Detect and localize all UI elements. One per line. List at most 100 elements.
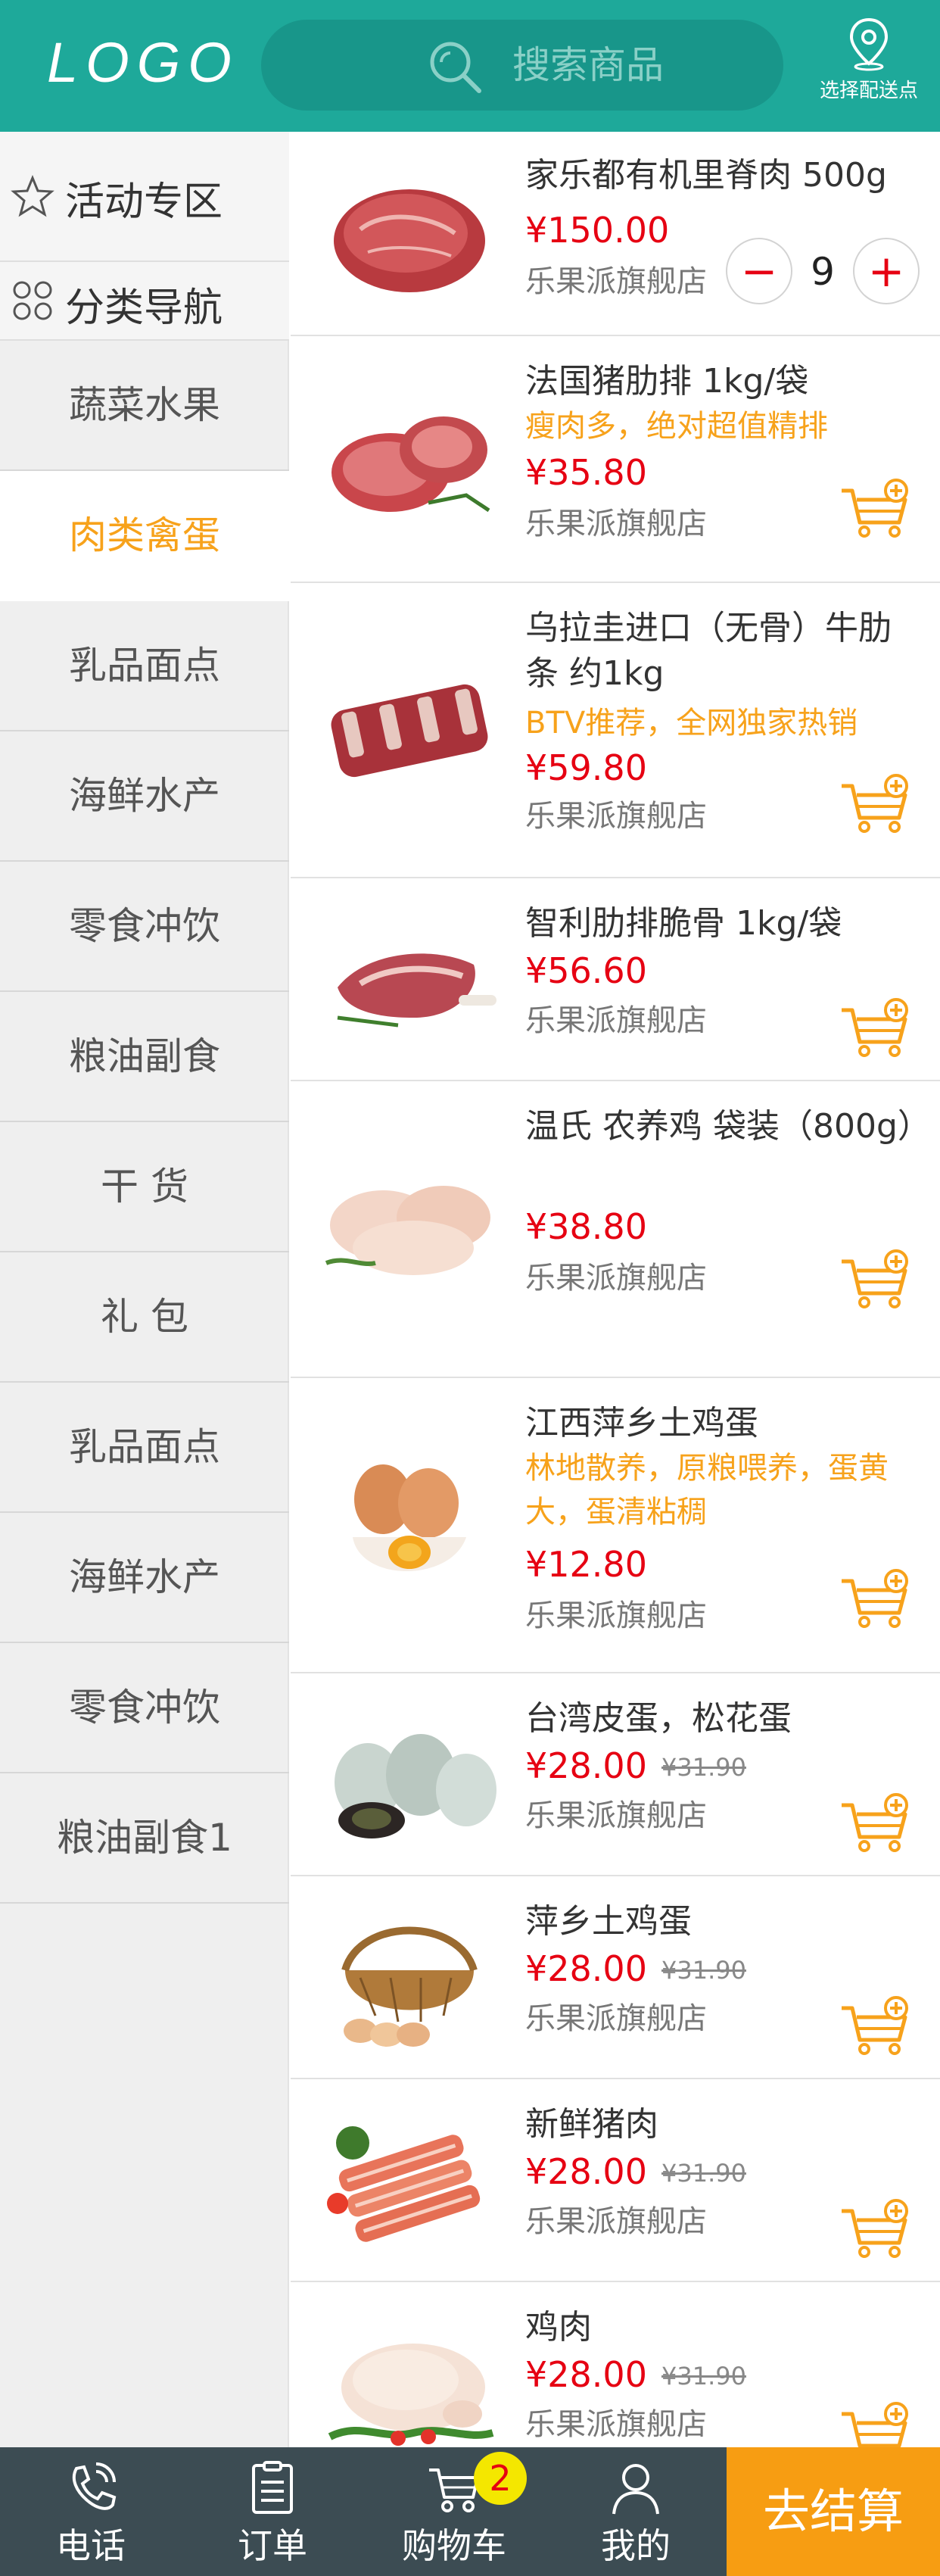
nav-phone-label: 电话 <box>56 2525 126 2566</box>
product-image[interactable] <box>315 157 504 309</box>
add-to-cart-button[interactable] <box>840 477 913 539</box>
nav-phone[interactable]: 电话 <box>0 2447 182 2576</box>
add-to-cart-button[interactable] <box>840 1248 913 1310</box>
product-price: ¥38.80 <box>525 1206 647 1247</box>
activity-zone-button[interactable]: 活动专区 <box>0 132 289 262</box>
category-nav-label: 分类导航 <box>65 285 223 331</box>
product-image[interactable] <box>315 2105 504 2256</box>
product-image[interactable] <box>315 382 504 533</box>
sidebar-category-item[interactable]: 粮油副食1 <box>0 1773 289 1904</box>
product-original-price: ¥31.90 <box>661 1753 746 1782</box>
product-item[interactable]: 台湾皮蛋，松花蛋 ¥28.00 ¥31.90 乐果派旗舰店 <box>291 1673 940 1876</box>
add-to-cart-icon <box>840 1569 913 1633</box>
product-name[interactable]: 温氏 农养鸡 袋装（800g） <box>525 1104 931 1149</box>
nav-profile[interactable]: 我的 <box>545 2447 727 2576</box>
product-name[interactable]: 家乐都有机里脊肉 500g <box>525 153 919 198</box>
sidebar-category-item[interactable]: 肉类禽蛋 <box>0 471 289 601</box>
product-image[interactable] <box>315 2308 504 2459</box>
decrease-quantity-button[interactable]: − <box>726 238 792 304</box>
product-price: ¥28.00 <box>525 1948 647 1989</box>
add-to-cart-button[interactable] <box>840 2197 913 2259</box>
product-image[interactable] <box>315 1446 504 1598</box>
sidebar-category-item[interactable]: 海鲜水产 <box>0 731 289 862</box>
product-name[interactable]: 萍乡土鸡蛋 <box>525 1899 919 1944</box>
product-image[interactable] <box>315 651 504 803</box>
plus-icon: + <box>867 245 905 297</box>
user-icon <box>612 2464 659 2515</box>
product-price: ¥56.60 <box>525 950 647 991</box>
product-item[interactable]: 温氏 农养鸡 袋装（800g） ¥38.80 乐果派旗舰店 <box>291 1081 940 1378</box>
sidebar-category-item[interactable]: 干 货 <box>0 1122 289 1252</box>
shop-name[interactable]: 乐果派旗舰店 <box>525 1996 707 2041</box>
shop-name[interactable]: 乐果派旗舰店 <box>525 1793 707 1838</box>
product-name[interactable]: 江西萍乡土鸡蛋 <box>525 1401 919 1446</box>
product-name[interactable]: 智利肋排脆骨 1kg/袋 <box>525 901 919 947</box>
product-name[interactable]: 台湾皮蛋，松花蛋 <box>525 1696 919 1742</box>
cart-count-badge: 2 <box>474 2452 527 2505</box>
product-image[interactable] <box>315 904 504 1056</box>
shop-name[interactable]: 乐果派旗舰店 <box>525 501 707 547</box>
search-icon <box>430 42 481 93</box>
add-to-cart-button[interactable] <box>840 1792 913 1854</box>
product-price: ¥12.80 <box>525 1544 647 1585</box>
product-item[interactable]: 新鲜猪肉 ¥28.00 ¥31.90 乐果派旗舰店 <box>291 2079 940 2282</box>
star-icon <box>11 175 54 217</box>
product-item[interactable]: 智利肋排脆骨 1kg/袋 ¥56.60 乐果派旗舰店 <box>291 878 940 1081</box>
minus-icon: − <box>740 245 778 297</box>
delivery-label: 选择配送点 <box>819 80 918 102</box>
nav-orders[interactable]: 订单 <box>182 2447 363 2576</box>
increase-quantity-button[interactable]: + <box>853 238 920 304</box>
sidebar-category-item[interactable]: 乳品面点 <box>0 601 289 731</box>
product-original-price: ¥31.90 <box>661 1956 746 1985</box>
product-promo: BTV推荐，全网独家热销 <box>525 706 858 741</box>
sidebar-category-item[interactable]: 零食冲饮 <box>0 862 289 992</box>
shop-name[interactable]: 乐果派旗舰店 <box>525 1593 707 1639</box>
product-promo: 林地散养，原粮喂养，蛋黄大，蛋清粘稠 <box>525 1451 889 1530</box>
sidebar-category-item[interactable]: 海鲜水产 <box>0 1513 289 1643</box>
product-name[interactable]: 法国猪肋排 1kg/袋 <box>525 359 919 404</box>
sidebar-category-item[interactable]: 粮油副食 <box>0 992 289 1122</box>
add-to-cart-icon <box>840 774 913 837</box>
logo[interactable]: LOGO <box>47 29 232 97</box>
product-item[interactable]: 法国猪肋排 1kg/袋 瘦肉多，绝对超值精排 ¥35.80 乐果派旗舰店 <box>291 336 940 583</box>
product-name[interactable]: 乌拉圭进口（无骨）牛肋条 约1kg <box>525 606 919 697</box>
phone-icon <box>72 2462 117 2510</box>
add-to-cart-button[interactable] <box>840 996 913 1059</box>
product-price: ¥35.80 <box>525 452 647 493</box>
activity-zone-label: 活动专区 <box>65 179 223 225</box>
product-image[interactable] <box>315 1699 504 1851</box>
shop-name[interactable]: 乐果派旗舰店 <box>525 1255 707 1301</box>
select-delivery-point-button[interactable]: 选择配送点 <box>802 17 935 115</box>
quantity-value[interactable]: 9 <box>792 238 853 306</box>
product-image[interactable] <box>315 1902 504 2054</box>
sidebar-category-item[interactable]: 礼 包 <box>0 1252 289 1383</box>
product-price: ¥59.80 <box>525 747 647 788</box>
product-name[interactable]: 新鲜猪肉 <box>525 2102 919 2147</box>
header: LOGO 搜索商品 选择配送点 <box>0 0 940 132</box>
shop-name[interactable]: 乐果派旗舰店 <box>525 998 707 1043</box>
product-price: ¥28.00 <box>525 2354 647 2395</box>
shop-name[interactable]: 乐果派旗舰店 <box>525 2199 707 2244</box>
product-image[interactable] <box>315 1142 504 1293</box>
add-to-cart-button[interactable] <box>840 1994 913 2057</box>
product-item[interactable]: 乌拉圭进口（无骨）牛肋条 约1kg BTV推荐，全网独家热销 ¥59.80 乐果派旗舰… <box>291 583 940 878</box>
product-item[interactable]: 家乐都有机里脊肉 500g ¥150.00 乐果派旗舰店 −9 + <box>291 132 940 336</box>
product-item[interactable]: 江西萍乡土鸡蛋林地散养，原粮喂养，蛋黄大，蛋清粘稠 ¥12.80 乐果派旗舰店 <box>291 1378 940 1673</box>
shop-name[interactable]: 乐果派旗舰店 <box>525 2402 707 2447</box>
add-to-cart-button[interactable] <box>840 772 913 834</box>
checkout-button[interactable]: 去结算 <box>727 2447 940 2576</box>
product-name[interactable]: 鸡肉 <box>525 2305 919 2350</box>
search-placeholder: 搜索商品 <box>512 43 664 87</box>
grid-icon <box>13 281 52 320</box>
product-item[interactable]: 萍乡土鸡蛋 ¥28.00 ¥31.90 乐果派旗舰店 <box>291 1876 940 2079</box>
sidebar-category-item[interactable]: 零食冲饮 <box>0 1643 289 1773</box>
category-nav-header: 分类导航 <box>0 262 289 341</box>
bottom-nav-bar: 电话 订单 购物车 2 我的 去结算 <box>0 2447 940 2576</box>
shop-name[interactable]: 乐果派旗舰店 <box>525 794 707 839</box>
cart-icon <box>429 2468 479 2512</box>
sidebar-category-item[interactable]: 蔬菜水果 <box>0 341 289 471</box>
sidebar-category-item[interactable]: 乳品面点 <box>0 1383 289 1513</box>
shop-name[interactable]: 乐果派旗舰店 <box>525 259 707 304</box>
add-to-cart-button[interactable] <box>840 1567 913 1629</box>
search-bar[interactable]: 搜索商品 <box>261 20 783 111</box>
